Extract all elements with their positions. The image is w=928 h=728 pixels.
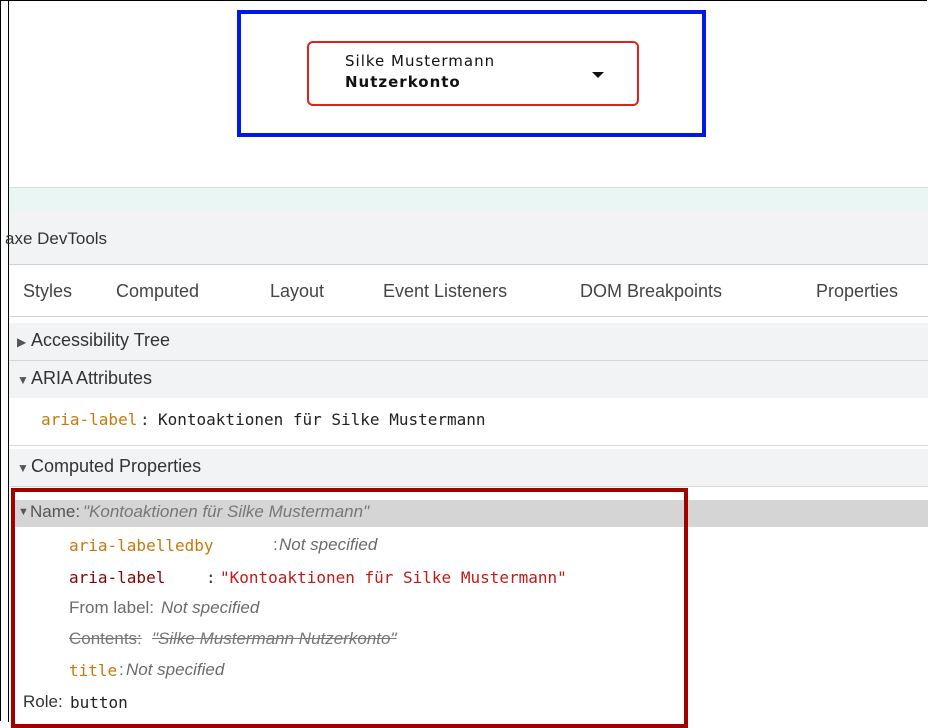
colon: :	[140, 410, 150, 429]
aria-attr-value: Kontoaktionen für Silke Mustermann	[158, 410, 486, 429]
highlight-box-darkred	[11, 488, 688, 728]
section-accessibility-tree[interactable]: ▶ Accessibility Tree	[9, 323, 928, 361]
section-aria-attributes[interactable]: ▼ ARIA Attributes	[9, 361, 928, 399]
devtools-title: axe DevTools	[5, 229, 108, 248]
tab-layout[interactable]: Layout	[270, 281, 324, 302]
section-label: ARIA Attributes	[31, 368, 153, 388]
tab-properties[interactable]: Properties	[816, 281, 898, 302]
section-label: Accessibility Tree	[31, 330, 171, 350]
account-name: Silke Mustermann	[345, 52, 496, 70]
account-menu-button[interactable]: Silke Mustermann Nutzerkonto	[307, 41, 639, 106]
aria-attribute-row: aria-label : Kontoaktionen für Silke Mus…	[9, 398, 928, 446]
expand-triangle-icon: ▶	[17, 335, 27, 349]
aria-attr-name: aria-label	[41, 410, 138, 429]
tab-event-listeners[interactable]: Event Listeners	[383, 281, 507, 302]
section-computed-properties[interactable]: ▼ Computed Properties	[9, 449, 928, 487]
tab-computed[interactable]: Computed	[116, 281, 199, 302]
collapse-triangle-icon: ▼	[17, 461, 29, 475]
devtools-tab-bar: Styles Computed Layout Event Listeners D…	[9, 265, 928, 317]
tab-dom-breakpoints[interactable]: DOM Breakpoints	[580, 281, 722, 302]
tab-styles[interactable]: Styles	[23, 281, 72, 302]
account-type: Nutzerkonto	[345, 73, 461, 91]
collapse-triangle-icon: ▼	[17, 373, 29, 387]
page-strip	[9, 187, 928, 211]
section-label: Computed Properties	[31, 456, 202, 476]
caret-down-icon	[592, 72, 604, 78]
devtools-title-bar: axe DevTools	[5, 211, 928, 265]
